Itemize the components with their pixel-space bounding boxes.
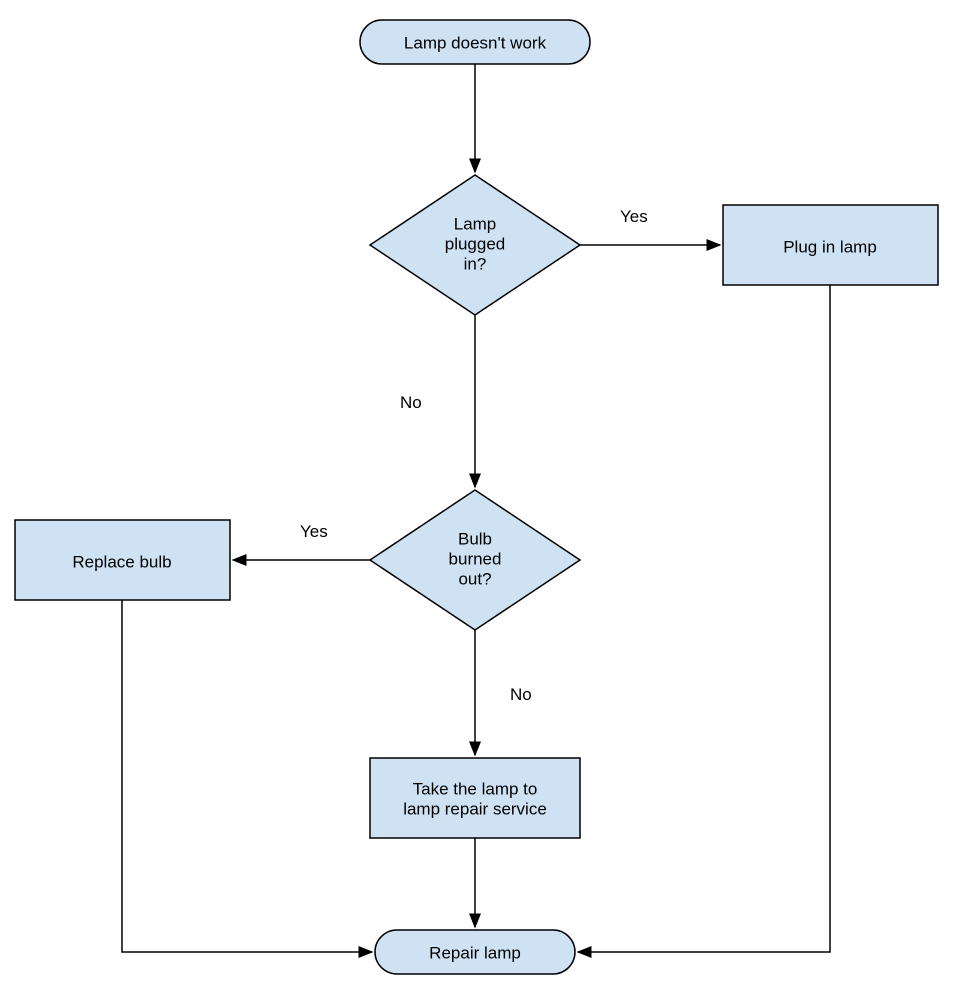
edge-replace-to-end — [122, 600, 372, 952]
process-plugin-label: Plug in lamp — [783, 237, 877, 256]
decision-plugged-line3: in? — [464, 254, 487, 273]
decision-plugged-line1: Lamp — [454, 214, 497, 233]
terminator-end-label: Repair lamp — [429, 943, 521, 962]
decision-plugged-line2: plugged — [445, 234, 506, 253]
edge-burned-no-label: No — [510, 685, 532, 704]
decision-burned-line2: burned — [449, 549, 502, 568]
edge-plugged-no-label: No — [400, 393, 422, 412]
process-repair-service-line2: lamp repair service — [403, 799, 547, 818]
edge-plugin-to-end — [578, 285, 830, 952]
edge-plugged-yes-label: Yes — [620, 207, 648, 226]
terminator-start-label: Lamp doesn't work — [404, 33, 547, 52]
process-repair-service-line1: Take the lamp to — [413, 779, 538, 798]
edge-burned-yes-label: Yes — [300, 522, 328, 541]
decision-burned-line3: out? — [458, 569, 491, 588]
process-replace-label: Replace bulb — [72, 552, 171, 571]
flowchart: Lamp doesn't work Lamp plugged in? Yes P… — [0, 0, 967, 998]
decision-burned-line1: Bulb — [458, 529, 492, 548]
